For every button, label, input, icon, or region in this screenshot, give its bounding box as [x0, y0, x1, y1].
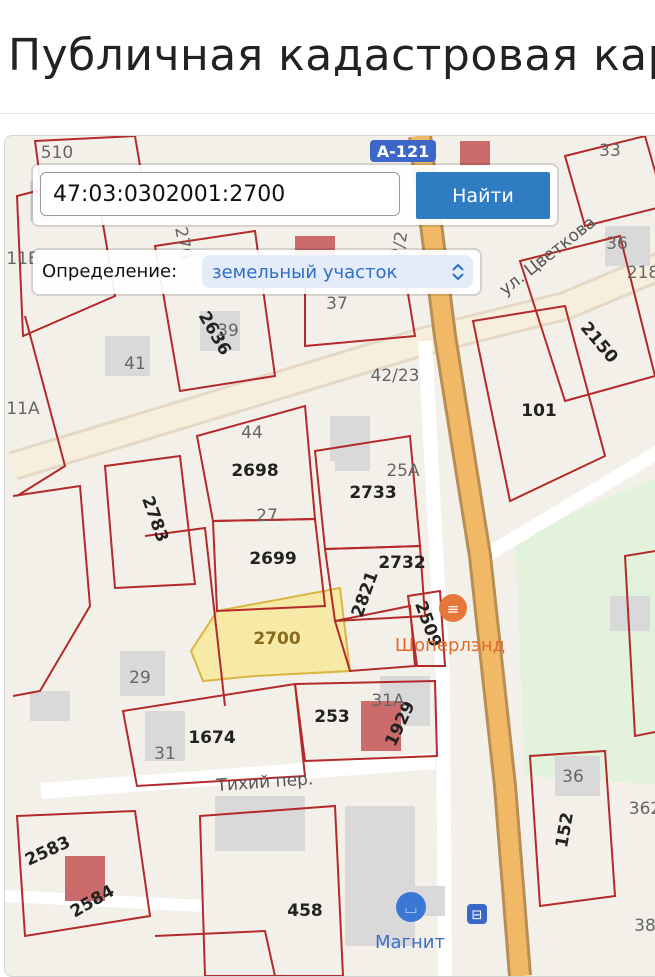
title-divider [0, 113, 655, 114]
parcel-label: 101 [521, 401, 557, 421]
parcel-label: 458 [287, 901, 323, 921]
bus-stop-icon[interactable]: ⊟ [467, 904, 487, 924]
svg-text:≡: ≡ [447, 600, 460, 618]
parcel-label: 2732 [378, 553, 425, 573]
house-number: 11А [6, 399, 40, 419]
house-number: 33 [599, 141, 621, 161]
road-badge: А-121 [377, 142, 429, 161]
house-number: 39 [217, 321, 239, 341]
house-number: 31А [371, 691, 405, 711]
house-number: 27 [256, 506, 278, 526]
parcel-label: 2699 [249, 549, 296, 569]
definition-label: Определение: [42, 261, 178, 282]
search-panel: Найти [33, 165, 557, 225]
parcel-label: 2698 [231, 461, 278, 481]
parcel-label: 2733 [349, 483, 396, 503]
definition-value: земельный участок [212, 262, 398, 283]
house-number: 37 [326, 294, 348, 314]
shop-icon[interactable]: ≡ [439, 594, 467, 622]
poi-label-magnit: Магнит [375, 932, 445, 953]
house-number: 362 [629, 799, 655, 819]
find-button[interactable]: Найти [416, 172, 550, 219]
house-number: 44 [241, 423, 263, 443]
definition-panel: Определение: земельный участок [33, 250, 480, 294]
house-number: 38 [634, 916, 655, 936]
house-number: 29 [129, 668, 151, 688]
house-number: 25А [386, 461, 420, 481]
page-title: Публичная кадастровая кар [8, 30, 655, 81]
svg-text:⊟: ⊟ [472, 908, 483, 923]
house-number: 36 [606, 234, 628, 254]
house-number: 36 [562, 767, 584, 787]
chevron-updown-icon [452, 263, 464, 281]
poi-label-shoperlend: Шоперлэнд [395, 635, 505, 656]
cadastral-number-input[interactable] [40, 172, 400, 216]
parcel-label: 152 [552, 811, 578, 849]
house-number: 31 [154, 744, 176, 764]
parcel-label: 2700 [253, 629, 300, 649]
house-number: 41 [124, 354, 146, 374]
definition-select[interactable]: земельный участок [202, 255, 473, 288]
parcel-label: 2150 [576, 318, 622, 367]
house-number: 42/23 [371, 366, 420, 386]
house-number: 218 [627, 263, 655, 283]
basket-icon[interactable]: ⌴ [396, 892, 426, 922]
parcel-label: 2783 [137, 494, 172, 545]
house-number: 510 [41, 143, 73, 163]
svg-text:⌴: ⌴ [405, 899, 417, 917]
parcel-label: 253 [314, 707, 350, 727]
parcel-label: 1674 [188, 728, 235, 748]
